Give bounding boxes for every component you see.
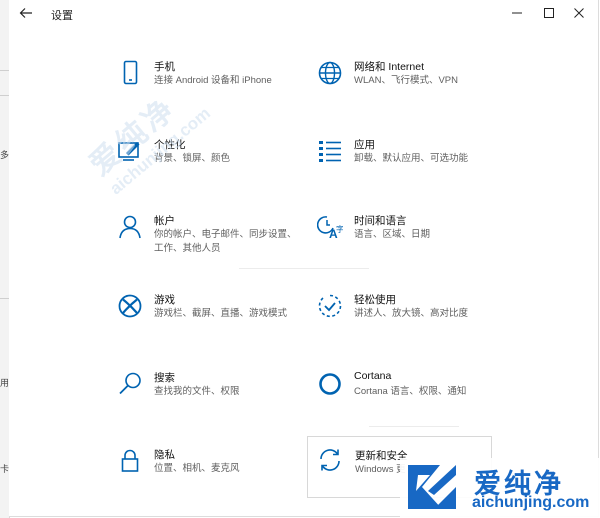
tile-description: 卸载、默认应用、可选功能 (354, 153, 469, 164)
tile-name: 帐户 (154, 215, 175, 227)
search-icon (117, 371, 143, 397)
close-button[interactable] (565, 3, 593, 23)
close-icon (574, 8, 584, 18)
apps-list-icon (317, 138, 343, 164)
tile-network[interactable]: 网络和 Internet WLAN、飞行模式、VPN (317, 58, 502, 114)
divider (0, 70, 9, 71)
globe-icon (317, 60, 343, 86)
maximize-icon (544, 8, 554, 18)
title-bar: 设置 (9, 0, 598, 26)
tile-description: 游戏栏、截屏、直播、游戏模式 (154, 308, 288, 319)
person-icon (117, 214, 143, 240)
tile-name: 网络和 Internet (354, 61, 425, 73)
tile-description: 语言、区域、日期 (354, 229, 431, 240)
tile-search[interactable]: 搜索 查找我的文件、权限 (117, 369, 302, 425)
background-text: 多 (0, 150, 10, 160)
tile-name: 应用 (354, 139, 375, 151)
tile-accounts[interactable]: 帐户 你的帐户、电子邮件、同步设置、工作、其他人员 (117, 212, 302, 268)
divider (0, 95, 9, 96)
xbox-icon (117, 293, 143, 319)
phone-icon (117, 60, 143, 86)
tile-description: 讲述人、放大镜、高对比度 (354, 308, 469, 319)
tile-name: 轻松使用 (354, 294, 396, 306)
tile-name: Cortana (354, 370, 392, 382)
tile-time-language[interactable]: A字 时间和语言 语言、区域、日期 (316, 212, 502, 268)
tile-description: 你的帐户、电子邮件、同步设置、工作、其他人员 (154, 229, 297, 254)
refresh-icon (317, 447, 343, 473)
ease-of-access-icon (317, 293, 343, 319)
time-language-icon: A字 (316, 214, 344, 241)
minimize-button[interactable] (503, 3, 531, 23)
window-title: 设置 (51, 10, 73, 22)
tile-name: 搜索 (154, 372, 175, 384)
background-text: 用 (0, 378, 10, 388)
divider (239, 268, 369, 269)
watermark-logo: 爱纯净 aichunjing.com (400, 458, 600, 518)
tile-description: WLAN、飞行模式、VPN (354, 75, 458, 86)
tile-ease-of-access[interactable]: 轻松使用 讲述人、放大镜、高对比度 (317, 291, 502, 347)
tile-name: 游戏 (154, 294, 175, 306)
tile-apps[interactable]: 应用 卸载、默认应用、可选功能 (317, 136, 502, 192)
divider (369, 426, 459, 427)
tile-description: Cortana 语言、权限、通知 (354, 386, 467, 397)
back-button[interactable] (17, 4, 35, 22)
tile-name: 隐私 (154, 449, 175, 461)
tile-privacy[interactable]: 隐私 位置、相机、麦克风 (117, 446, 302, 502)
tile-description: 背景、锁屏、颜色 (154, 153, 231, 164)
watermark-url: aichunjing.com (472, 494, 590, 511)
tile-description: 查找我的文件、权限 (154, 386, 240, 397)
cortana-icon (317, 371, 343, 397)
watermark-logo-icon (404, 461, 460, 513)
tile-name: 时间和语言 (354, 215, 407, 227)
maximize-button[interactable] (535, 3, 563, 23)
tile-gaming[interactable]: 游戏 游戏栏、截屏、直播、游戏模式 (117, 291, 302, 347)
tile-cortana[interactable]: Cortana Cortana 语言、权限、通知 (317, 369, 502, 425)
settings-window: 设置 手机 连接 Android 设备和 iPhone 网络和 Internet… (9, 0, 599, 517)
lock-icon (117, 448, 143, 474)
minimize-icon (512, 12, 522, 14)
tile-description: 位置、相机、麦克风 (154, 463, 240, 474)
divider (0, 298, 9, 299)
arrow-left-icon (19, 8, 32, 18)
svg-text:字: 字 (336, 224, 343, 234)
background-text: 卡 (0, 464, 10, 474)
